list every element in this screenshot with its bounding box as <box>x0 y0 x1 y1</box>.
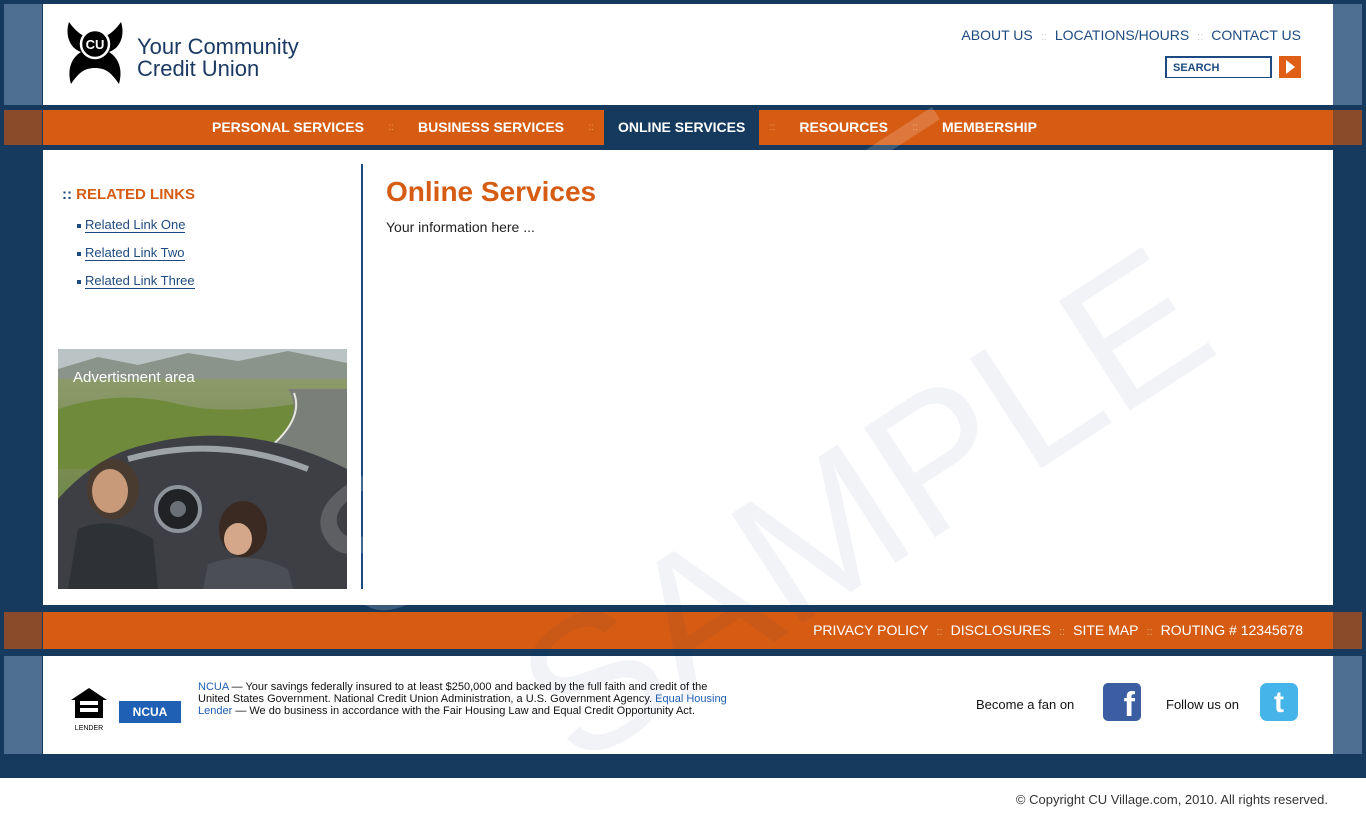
copyright-text: © Copyright CU Village.com, 2010. All ri… <box>1015 792 1328 807</box>
credit-union-logo-icon[interactable]: CU <box>61 18 129 88</box>
facebook-icon[interactable]: f <box>1103 683 1141 724</box>
search-box <box>1165 56 1272 78</box>
twitter-label: Follow us on <box>1166 697 1239 712</box>
footer-nav: PRIVACY POLICY:: DISCLOSURES:: SITE MAP:: R… <box>43 612 1333 649</box>
heading-text: RELATED LINKS <box>76 186 196 203</box>
utility-links: ABOUT US:: LOCATIONS/HOURS:: CONTACT US <box>961 27 1301 43</box>
logo-line-1: Your Community <box>137 34 299 59</box>
twitter-icon[interactable]: t <box>1260 683 1298 721</box>
frame-strip <box>4 612 42 649</box>
about-us-link[interactable]: ABOUT US <box>961 27 1032 43</box>
heading-prefix: :: <box>62 186 72 203</box>
nav-personal-services[interactable]: PERSONAL SERVICES <box>198 110 378 145</box>
logo-line-2: Credit Union <box>137 56 260 81</box>
main-content: :: RELATED LINKS Related Link One Relate… <box>43 150 1333 605</box>
site-map-link[interactable]: SITE MAP <box>1073 622 1138 638</box>
related-links-heading: :: RELATED LINKS <box>62 186 195 203</box>
list-item: Related Link Three <box>77 273 195 289</box>
nav-separator: :: <box>912 122 918 133</box>
page-title: Online Services <box>386 176 597 207</box>
frame-strip <box>4 110 42 145</box>
search-submit-button[interactable] <box>1279 56 1301 78</box>
separator: :: <box>936 626 943 638</box>
locations-hours-link[interactable]: LOCATIONS/HOURS <box>1055 27 1189 43</box>
related-link-two[interactable]: Related Link Two <box>85 245 185 261</box>
advertisement-image[interactable]: Advertisment area <box>58 349 347 589</box>
separator: :: <box>1197 31 1204 43</box>
separator: :: <box>1146 626 1153 638</box>
nav-online-services[interactable]: ONLINE SERVICES <box>604 110 760 145</box>
nav-business-services[interactable]: BUSINESS SERVICES <box>404 110 578 145</box>
logo-badge: CU <box>86 37 105 52</box>
bullet-icon <box>77 251 81 256</box>
equal-housing-lender-icon: LENDER <box>71 688 107 732</box>
search-input[interactable] <box>1167 59 1270 77</box>
separator: :: <box>1040 31 1047 43</box>
related-link-one[interactable]: Related Link One <box>85 217 186 233</box>
nav-membership[interactable]: MEMBERSHIP <box>928 110 1051 145</box>
related-link-three[interactable]: Related Link Three <box>85 273 195 289</box>
contact-us-link[interactable]: CONTACT US <box>1211 27 1301 43</box>
ad-label: Advertisment area <box>73 369 195 386</box>
ncua-badge: NCUA <box>119 701 181 723</box>
list-item: Related Link One <box>77 217 195 233</box>
privacy-policy-link[interactable]: PRIVACY POLICY <box>813 622 928 638</box>
disclosures-link[interactable]: DISCLOSURES <box>951 622 1051 638</box>
logo-text[interactable]: Your Community Credit Union <box>137 36 299 80</box>
page-body-text: Your information here ... <box>386 219 535 235</box>
related-links-list: Related Link One Related Link Two Relate… <box>77 217 195 301</box>
disclaimer-text: — We do business in accordance with the … <box>232 705 695 717</box>
facebook-label: Become a fan on <box>976 697 1075 712</box>
routing-number: ROUTING # 12345678 <box>1160 622 1303 638</box>
footer-info: LENDER NCUA NCUA — Your savings federall… <box>43 656 1333 754</box>
nav-resources[interactable]: RESOURCES <box>785 110 902 145</box>
ncua-link[interactable]: NCUA <box>198 681 229 693</box>
sidebar-divider <box>361 164 363 589</box>
legal-disclaimer: NCUA — Your savings federally insured to… <box>198 681 728 717</box>
frame-strip <box>4 656 42 754</box>
bullet-icon <box>77 279 81 284</box>
frame-strip <box>4 4 42 105</box>
site-header: CU Your Community Credit Union ABOUT US:… <box>43 4 1333 105</box>
list-item: Related Link Two <box>77 245 195 261</box>
nav-separator: :: <box>588 122 594 133</box>
main-nav: PERSONAL SERVICES :: BUSINESS SERVICES :… <box>43 110 1333 145</box>
eho-label: LENDER <box>75 725 103 732</box>
bullet-icon <box>77 223 81 228</box>
nav-separator: :: <box>769 122 776 133</box>
nav-separator: :: <box>388 122 394 133</box>
separator: :: <box>1058 626 1066 638</box>
disclaimer-text: — Your savings federally insured to at l… <box>198 681 708 705</box>
